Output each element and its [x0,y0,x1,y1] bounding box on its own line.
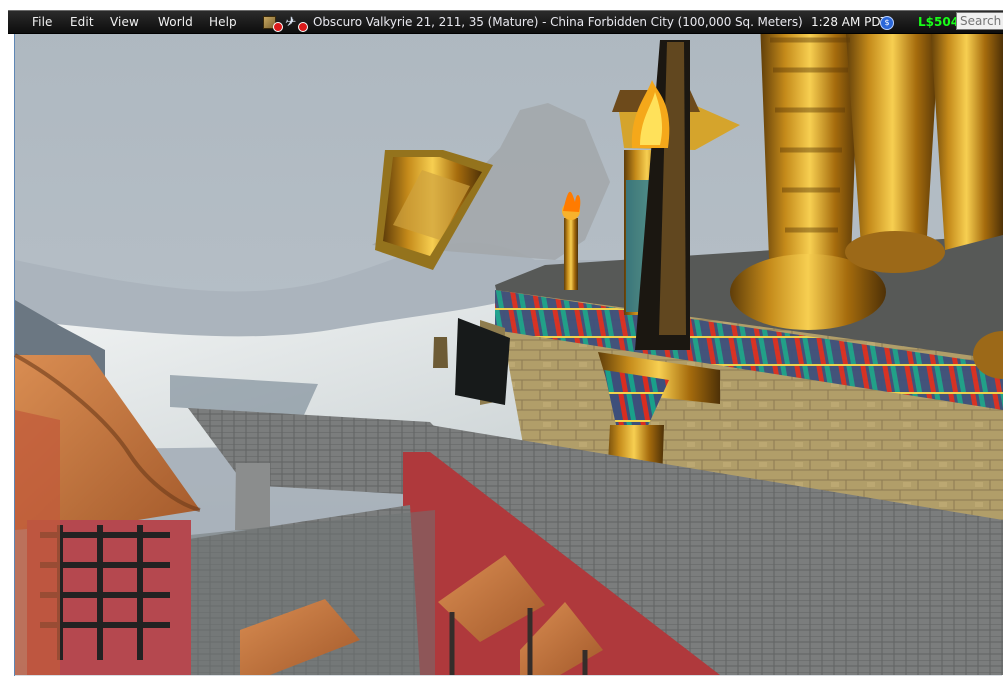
file-menu[interactable]: File [32,15,52,29]
money-icon[interactable]: $ [880,16,894,30]
3d-world-view[interactable] [0,0,1003,675]
world-menu[interactable]: World [158,15,193,29]
blocked-icon [298,22,308,32]
search-input[interactable] [956,12,1003,30]
help-menu[interactable]: Help [209,15,237,29]
top-menu-bar: File Edit View World Help ✈ Obscuro Valk… [8,10,1003,34]
blocked-icon [273,22,283,32]
edit-menu[interactable]: Edit [70,15,94,29]
balance-text[interactable]: L$504 [918,15,959,29]
clock-text: 1:28 AM PDT [811,15,888,29]
fly-icon[interactable]: ✈ [282,15,298,30]
status-icons: ✈ [263,15,311,32]
location-text[interactable]: Obscuro Valkyrie 21, 211, 35 (Mature) - … [313,15,803,29]
view-menu[interactable]: View [110,15,139,29]
